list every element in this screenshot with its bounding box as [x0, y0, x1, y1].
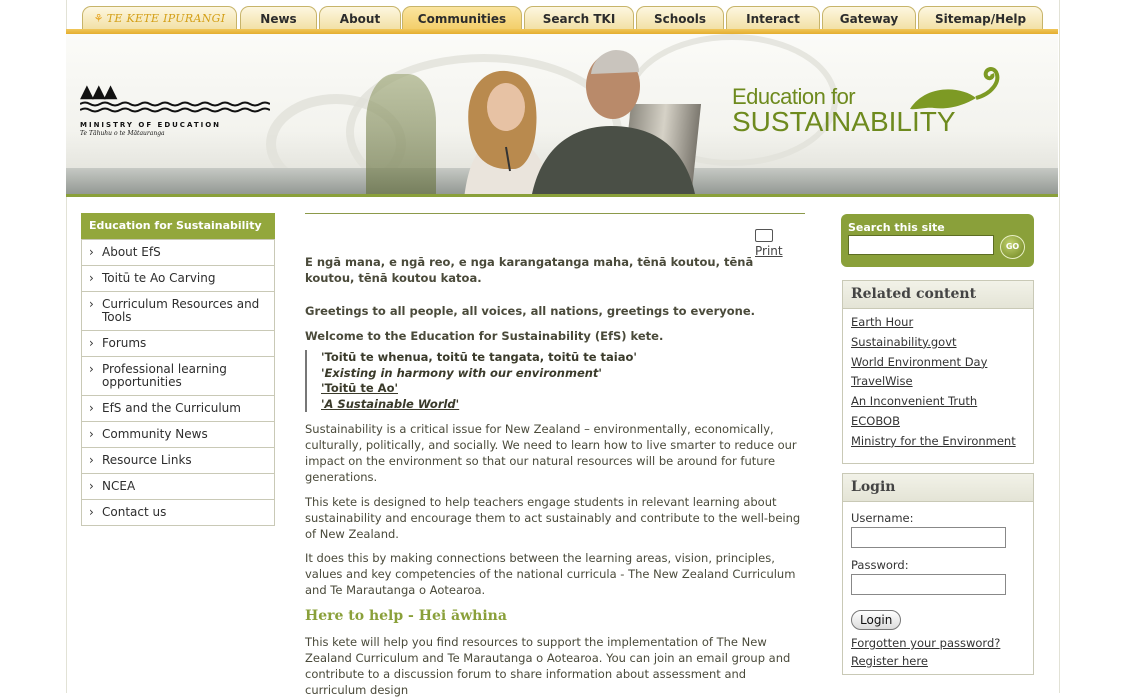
efs-logo[interactable]: Education for SUSTAINABILITY: [732, 67, 1000, 136]
fern-icon: ⚘: [93, 12, 104, 25]
search-go-button[interactable]: GO: [1000, 235, 1025, 259]
moe-subtitle: Te Tāhuhu o te Mātauranga: [80, 130, 165, 137]
nav-label: Curriculum Resources and Tools: [102, 297, 260, 324]
green-divider: [66, 194, 1058, 197]
chevron-right-icon: ›: [89, 271, 94, 285]
nav-label: Forums: [102, 336, 147, 350]
username-label: Username:: [851, 511, 914, 525]
chevron-right-icon: ›: [89, 362, 94, 376]
chevron-right-icon: ›: [89, 297, 94, 311]
connections-paragraph: It does this by making connections betwe…: [305, 551, 796, 597]
login-button[interactable]: Login: [851, 610, 902, 630]
top-nav: ⚘ TE KETE IPURANGI News About Communities…: [82, 6, 1062, 30]
section-nav-title[interactable]: Education for Sustainability: [81, 213, 275, 239]
print-link[interactable]: Print: [755, 229, 805, 258]
nav-item-professional-learning[interactable]: › Professional learning opportunities: [82, 356, 274, 395]
main-content: Print E ngā mana, e ngā reo, e nga karan…: [305, 213, 805, 698]
related-content-box: Related content Earth Hour Sustainabilit…: [842, 280, 1034, 464]
section-nav: Education for Sustainability › About EfS …: [81, 213, 275, 526]
tab-gateway[interactable]: Gateway: [822, 6, 916, 29]
related-link[interactable]: Ministry for the Environment: [851, 432, 1025, 452]
chevron-right-icon: ›: [89, 453, 94, 467]
nav-item-community-news[interactable]: › Community News: [82, 421, 274, 447]
nav-label: Toitū te Ao Carving: [102, 271, 216, 285]
search-label: Search this site: [848, 221, 945, 234]
tab-news[interactable]: News: [240, 6, 317, 29]
here-to-help-heading: Here to help - Hei āwhina: [305, 608, 507, 624]
chevron-right-icon: ›: [89, 505, 94, 519]
related-link[interactable]: An Inconvenient Truth: [851, 392, 1025, 412]
kete-paragraph: This kete is designed to help teachers e…: [305, 495, 801, 541]
related-link[interactable]: World Environment Day: [851, 353, 1025, 373]
chevron-right-icon: ›: [89, 401, 94, 415]
related-content-title: Related content: [843, 281, 1033, 309]
quote-link[interactable]: 'A Sustainable World': [321, 397, 805, 413]
nav-item-contact-us[interactable]: › Contact us: [82, 499, 274, 525]
welcome-text: Welcome to the Education for Sustainabil…: [305, 329, 664, 343]
tab-label: TE KETE IPURANGI: [106, 12, 226, 25]
nav-item-curriculum-resources[interactable]: › Curriculum Resources and Tools: [82, 291, 274, 330]
man-photo: [531, 50, 696, 196]
password-label: Password:: [851, 558, 909, 572]
tab-about[interactable]: About: [319, 6, 401, 29]
greeting-maori: E ngā mana, e ngā reo, e nga karangatang…: [305, 255, 754, 285]
nav-item-toitu-carving[interactable]: › Toitū te Ao Carving: [82, 265, 274, 291]
login-box: Login Username: Password: Login Forgotte…: [842, 473, 1034, 675]
greeting-english: Greetings to all people, all voices, all…: [305, 304, 756, 318]
nav-label: Contact us: [102, 505, 167, 519]
nav-item-resource-links[interactable]: › Resource Links: [82, 447, 274, 473]
nav-label: Community News: [102, 427, 208, 441]
login-title: Login: [843, 474, 1033, 502]
nav-label: Resource Links: [102, 453, 192, 467]
tab-search-tki[interactable]: Search TKI: [524, 6, 634, 29]
username-field[interactable]: [851, 527, 1006, 548]
tab-schools[interactable]: Schools: [636, 6, 724, 29]
quote-link[interactable]: 'Toitū te Ao': [321, 381, 805, 397]
nav-label: Professional learning opportunities: [102, 362, 227, 389]
quote-line: 'Existing in harmony with our environmen…: [321, 365, 602, 380]
nav-label: EfS and the Curriculum: [102, 401, 241, 415]
koru-leaf-icon: [910, 67, 1000, 110]
related-link[interactable]: Earth Hour: [851, 313, 1025, 333]
tab-te-kete-ipurangi[interactable]: ⚘ TE KETE IPURANGI: [82, 6, 237, 29]
ministry-of-education-logo[interactable]: ▲▲▲ MINISTRY OF EDUCATION Te Tāhuhu o te…: [79, 81, 271, 137]
related-link[interactable]: TravelWise: [851, 372, 1025, 392]
header-banner: ▲▲▲ MINISTRY OF EDUCATION Te Tāhuhu o te…: [66, 34, 1058, 196]
chevron-right-icon: ›: [89, 336, 94, 350]
related-link[interactable]: ECOBOB: [851, 412, 1025, 432]
quote-line: 'Toitū te whenua, toitū te tangata, toit…: [321, 350, 637, 364]
forgot-password-link[interactable]: Forgotten your password?: [851, 634, 1025, 652]
nav-item-efs-curriculum[interactable]: › EfS and the Curriculum: [82, 395, 274, 421]
moe-title: MINISTRY OF EDUCATION: [80, 121, 222, 129]
help-paragraph: This kete will help you find resources t…: [305, 635, 791, 697]
printer-icon: [755, 229, 773, 242]
password-field[interactable]: [851, 574, 1006, 595]
related-link[interactable]: Sustainability.govt: [851, 333, 1025, 353]
tab-sitemap-help[interactable]: Sitemap/Help: [918, 6, 1043, 29]
flax-plant: [366, 74, 436, 194]
tab-interact[interactable]: Interact: [726, 6, 820, 29]
tab-communities[interactable]: Communities: [402, 6, 522, 29]
print-label: Print: [755, 244, 783, 258]
mountain-icon: ▲▲▲: [80, 81, 118, 102]
intro-paragraph: Sustainability is a critical issue for N…: [305, 422, 797, 484]
nav-label: About EfS: [102, 245, 161, 259]
search-input[interactable]: [848, 235, 994, 255]
wave-lines-icon: [79, 101, 271, 113]
chevron-right-icon: ›: [89, 245, 94, 259]
chevron-right-icon: ›: [89, 479, 94, 493]
nav-label: NCEA: [102, 479, 136, 493]
register-link[interactable]: Register here: [851, 652, 1025, 670]
chevron-right-icon: ›: [89, 427, 94, 441]
site-search: Search this site GO: [841, 214, 1034, 267]
nav-item-about-efs[interactable]: › About EfS: [82, 239, 274, 265]
whakatauki-quote: 'Toitū te whenua, toitū te tangata, toit…: [305, 350, 805, 412]
nav-item-ncea[interactable]: › NCEA: [82, 473, 274, 499]
nav-item-forums[interactable]: › Forums: [82, 330, 274, 356]
